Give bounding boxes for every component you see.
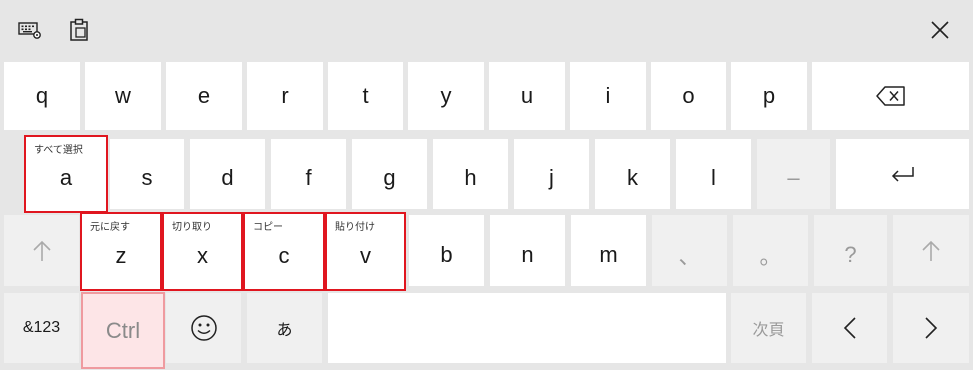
key-j[interactable]: j	[514, 139, 589, 209]
key-x[interactable]: 切り取り x	[162, 212, 243, 291]
close-icon[interactable]	[924, 14, 956, 46]
clipboard-icon[interactable]	[63, 14, 95, 46]
key-label: z	[115, 242, 127, 268]
key-label: –	[787, 165, 800, 190]
key-label: 次頁	[752, 322, 785, 339]
key-label: g	[383, 165, 396, 190]
key-label: n	[521, 241, 534, 267]
key-comma[interactable]: 、	[652, 215, 727, 286]
chevron-left-icon	[843, 317, 856, 339]
key-l[interactable]: l	[676, 139, 751, 209]
key-b[interactable]: b	[409, 215, 484, 286]
key-label: ?	[844, 241, 857, 267]
key-label: t	[362, 83, 369, 108]
key-n[interactable]: n	[490, 215, 565, 286]
key-label: e	[197, 83, 211, 108]
hiragana-key[interactable]: あ	[247, 293, 322, 363]
hint-cut: 切り取り	[172, 222, 212, 233]
key-z[interactable]: 元に戻す z	[80, 212, 162, 291]
key-s[interactable]: s	[110, 139, 184, 209]
hint-paste: 貼り付け	[335, 222, 375, 233]
key-u[interactable]: u	[489, 62, 565, 130]
key-label: c	[278, 242, 290, 268]
key-o[interactable]: o	[651, 62, 726, 130]
key-f[interactable]: f	[271, 139, 346, 209]
key-long-vowel[interactable]: –	[757, 139, 830, 209]
shift-key[interactable]	[4, 215, 79, 286]
shift-arrow-icon	[922, 240, 940, 261]
key-label: u	[520, 83, 534, 108]
next-page-key[interactable]: 次頁	[731, 293, 806, 363]
key-label: x	[197, 242, 208, 268]
key-label: k	[627, 165, 638, 190]
key-p[interactable]: p	[731, 62, 807, 130]
key-g[interactable]: g	[352, 139, 427, 209]
key-k[interactable]: k	[595, 139, 670, 209]
key-label: v	[360, 242, 371, 268]
key-y[interactable]: y	[408, 62, 484, 130]
key-e[interactable]: e	[166, 62, 242, 130]
ctrl-key[interactable]: Ctrl	[81, 292, 165, 369]
hint-copy: コピー	[253, 222, 283, 233]
shift-arrow-icon	[32, 240, 51, 261]
key-period[interactable]: 。	[733, 215, 808, 286]
key-q[interactable]: q	[4, 62, 80, 130]
key-v[interactable]: 貼り付け v	[325, 212, 406, 291]
key-label: あ	[276, 322, 293, 339]
key-d[interactable]: d	[190, 139, 265, 209]
key-a[interactable]: すべて選択 a	[24, 135, 108, 213]
enter-key[interactable]	[836, 139, 969, 209]
shift-key-right[interactable]	[893, 215, 969, 286]
left-arrow-key[interactable]	[812, 293, 887, 363]
key-m[interactable]: m	[571, 215, 646, 286]
key-label: i	[605, 83, 611, 108]
key-label: &123	[22, 319, 61, 336]
key-label: f	[305, 165, 312, 190]
key-label: y	[440, 83, 452, 108]
right-arrow-key[interactable]	[893, 293, 969, 363]
key-label: Ctrl	[105, 317, 141, 343]
key-label: a	[59, 165, 73, 190]
key-c[interactable]: コピー c	[243, 212, 325, 291]
key-t[interactable]: t	[328, 62, 403, 130]
key-label: d	[221, 165, 234, 190]
key-label: 、	[678, 243, 701, 269]
key-question[interactable]: ?	[814, 215, 887, 286]
space-key[interactable]	[328, 293, 726, 363]
keyboard-toolbar	[0, 0, 973, 58]
chevron-right-icon	[925, 317, 938, 339]
key-label: 。	[759, 243, 782, 269]
hint-select-all: すべて選択	[34, 145, 83, 156]
key-label: b	[440, 241, 453, 267]
backspace-key[interactable]	[812, 62, 969, 130]
key-h[interactable]: h	[433, 139, 508, 209]
key-w[interactable]: w	[85, 62, 161, 130]
key-label: q	[35, 83, 49, 108]
key-i[interactable]: i	[570, 62, 646, 130]
key-label: r	[281, 83, 289, 108]
numbers-symbols-key[interactable]: &123	[4, 293, 79, 363]
backspace-icon	[875, 86, 905, 106]
key-label: l	[711, 165, 716, 190]
enter-icon	[891, 167, 914, 182]
key-label: s	[141, 165, 153, 190]
key-label: m	[599, 241, 618, 267]
emoji-key[interactable]	[166, 293, 241, 363]
key-r[interactable]: r	[247, 62, 323, 130]
key-label: j	[549, 165, 554, 190]
key-label: w	[115, 83, 131, 108]
key-label: h	[464, 165, 477, 190]
emoji-icon	[190, 315, 217, 341]
hint-undo: 元に戻す	[90, 222, 130, 233]
key-label: o	[682, 83, 695, 108]
key-label: p	[762, 83, 776, 108]
keyboard-settings-icon[interactable]	[14, 14, 46, 46]
